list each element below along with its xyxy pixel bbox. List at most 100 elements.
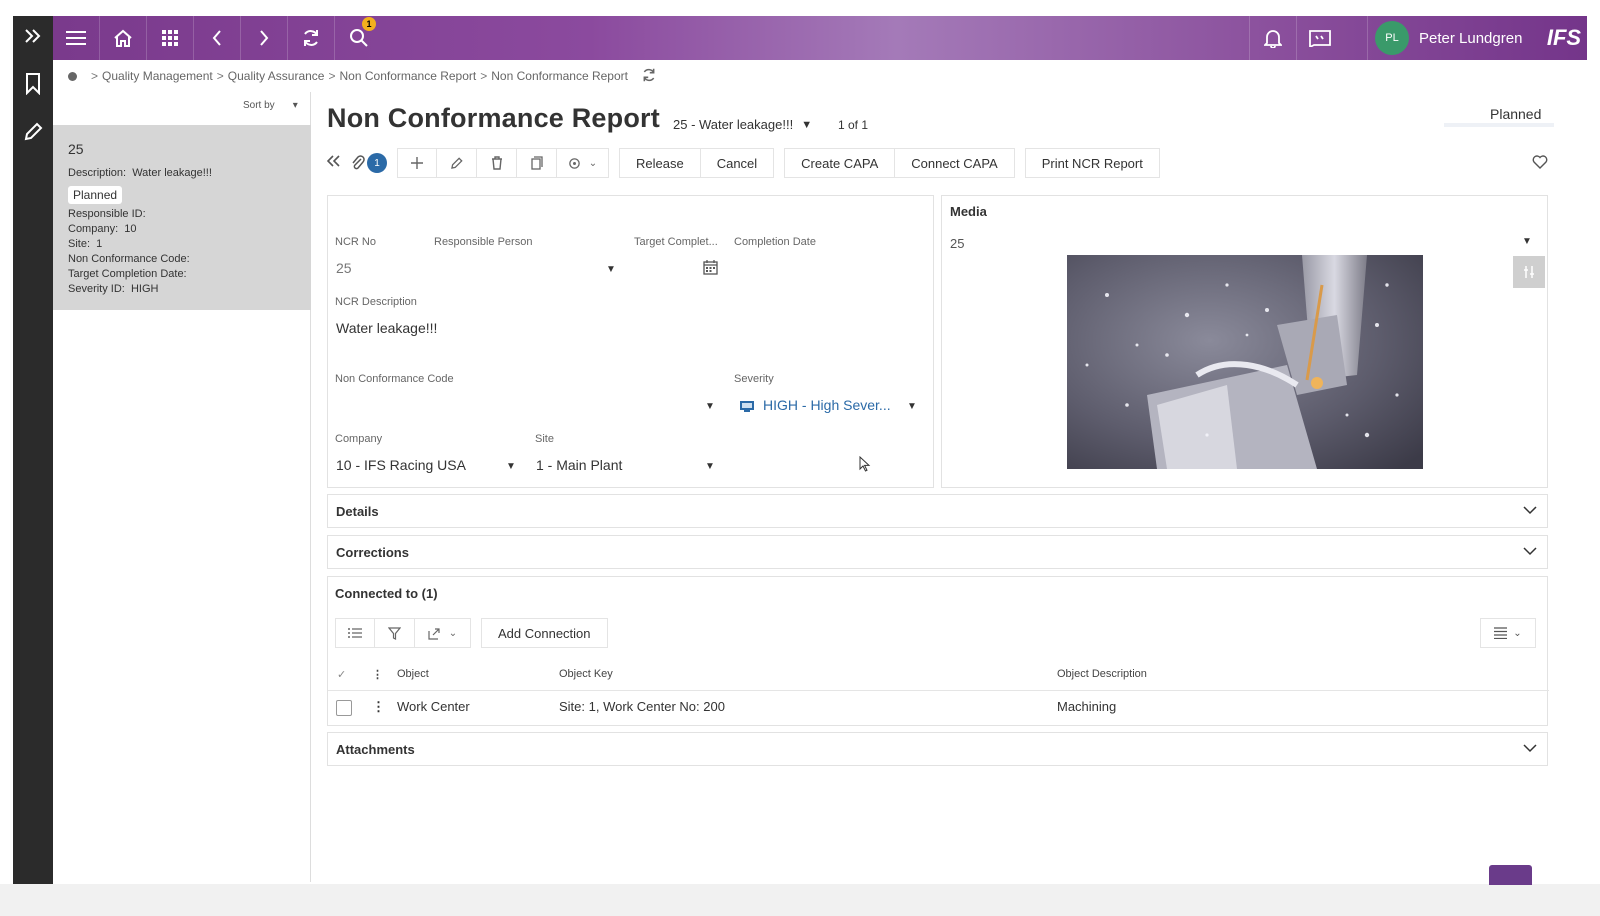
breadcrumb-item[interactable]: Non Conformance Report	[340, 69, 477, 83]
breadcrumb-separator: >	[328, 69, 336, 83]
breadcrumb-item[interactable]: Quality Management	[102, 69, 213, 83]
paperclip-icon	[352, 155, 365, 170]
edit-pencil-icon[interactable]	[13, 112, 53, 152]
media-panel: Media 25 ▼	[941, 195, 1548, 488]
app-window: 1 PL Peter Lundgren IFS > Quality Manage…	[0, 0, 1600, 916]
list-view-button[interactable]	[335, 618, 375, 648]
list-item-severity-label: Severity ID:	[68, 283, 125, 295]
sort-by-dropdown[interactable]: Sort by ▾	[243, 100, 298, 111]
list-item[interactable]: 25 Description: Water leakage!!! Planned…	[53, 125, 311, 310]
menu-icon[interactable]	[53, 16, 100, 60]
copy-icon	[530, 156, 543, 170]
breadcrumb-item: Non Conformance Report	[491, 69, 628, 83]
row-menu-icon[interactable]: ⋮	[372, 699, 385, 715]
details-section[interactable]: Details	[327, 494, 1548, 528]
bell-icon[interactable]	[1249, 16, 1296, 60]
more-actions-dropdown[interactable]: ⌄	[557, 148, 609, 178]
release-button[interactable]: Release	[619, 148, 701, 178]
attachments-section-title: Attachments	[336, 742, 415, 757]
completion-date-field[interactable]	[734, 256, 914, 280]
column-header-object-key[interactable]: Object Key	[559, 668, 613, 680]
record-paging: 1 of 1	[838, 118, 869, 132]
favorite-heart-icon[interactable]	[1532, 155, 1548, 174]
home-icon[interactable]	[100, 16, 147, 60]
bottom-strip	[0, 884, 1600, 916]
user-menu[interactable]: PL Peter Lundgren	[1367, 16, 1547, 60]
company-field[interactable]: 10 - IFS Racing USA	[336, 457, 466, 473]
caret-down-icon[interactable]: ▼	[705, 461, 715, 472]
back-arrow-icon[interactable]	[194, 16, 241, 60]
list-item-responsible: Responsible ID:	[68, 208, 146, 220]
assistant-button[interactable]	[1489, 865, 1532, 885]
breadcrumb-item[interactable]: Quality Assurance	[228, 69, 325, 83]
responsible-person-field[interactable]	[434, 256, 619, 280]
top-navigation-bar: 1 PL Peter Lundgren IFS	[53, 16, 1587, 60]
duplicate-button[interactable]	[517, 148, 557, 178]
media-selector[interactable]: 25	[950, 236, 964, 251]
list-item-description: Water leakage!!!	[132, 167, 212, 179]
record-list-panel: Sort by ▾ 25 Description: Water leakage!…	[53, 92, 311, 882]
user-name: Peter Lundgren	[1419, 29, 1523, 47]
severity-label: Severity	[734, 373, 774, 385]
forward-arrow-icon[interactable]	[241, 16, 288, 60]
expand-rail-icon[interactable]	[13, 16, 53, 56]
refresh-icon[interactable]	[288, 16, 335, 60]
breadcrumb-separator: >	[216, 69, 224, 83]
attachments-section[interactable]: Attachments	[327, 732, 1548, 766]
sliders-icon	[1524, 266, 1534, 278]
caret-down-icon[interactable]: ▼	[907, 401, 917, 412]
caret-down-icon[interactable]: ▼	[506, 461, 516, 472]
site-field[interactable]: 1 - Main Plant	[536, 457, 622, 473]
status-indicator: Planned	[1490, 106, 1542, 122]
caret-down-icon[interactable]: ▼	[606, 264, 616, 275]
media-settings-button[interactable]	[1513, 256, 1545, 288]
collapse-list-icon[interactable]	[326, 154, 341, 172]
row-checkbox[interactable]	[336, 700, 352, 716]
severity-link[interactable]: HIGH - High Sever...	[763, 397, 891, 413]
breadcrumb-refresh-icon[interactable]	[642, 68, 656, 85]
table-settings-dropdown[interactable]: ⌄	[1480, 618, 1536, 648]
breadcrumb: > Quality Management > Quality Assurance…	[68, 68, 656, 84]
attachments-button[interactable]: 1	[351, 153, 387, 173]
feedback-icon[interactable]	[1296, 16, 1343, 60]
left-rail	[13, 16, 53, 900]
connected-to-title: Connected to (1)	[335, 586, 438, 601]
nc-code-label: Non Conformance Code	[335, 373, 454, 385]
chevron-down-icon: ⌄	[1513, 627, 1522, 639]
cancel-button[interactable]: Cancel	[700, 148, 775, 178]
bookmark-icon[interactable]	[13, 64, 53, 104]
column-menu-icon[interactable]: ⋮	[372, 668, 383, 681]
column-header-object[interactable]: Object	[397, 668, 429, 680]
new-record-button[interactable]	[397, 148, 437, 178]
table-cell-object-description: Machining	[1057, 699, 1117, 714]
ncr-description-field[interactable]: Water leakage!!!	[336, 320, 437, 336]
edit-button[interactable]	[437, 148, 477, 178]
select-all-checkmark-icon[interactable]: ✓	[337, 668, 346, 681]
print-ncr-report-button[interactable]: Print NCR Report	[1024, 148, 1160, 178]
media-image[interactable]	[1067, 255, 1423, 469]
calendar-icon[interactable]	[703, 260, 718, 280]
apps-grid-icon[interactable]	[147, 16, 194, 60]
connect-capa-button[interactable]: Connect CAPA	[895, 148, 1015, 178]
column-header-object-description[interactable]: Object Description	[1057, 668, 1147, 680]
corrections-section-title: Corrections	[336, 545, 409, 560]
list-item-target-completion: Target Completion Date:	[68, 268, 187, 280]
ncr-no-label: NCR No	[335, 236, 376, 248]
list-item-company-label: Company:	[68, 223, 119, 235]
filter-button[interactable]	[375, 618, 415, 648]
add-connection-button[interactable]: Add Connection	[481, 618, 608, 648]
record-selector[interactable]: 25 - Water leakage!!! ▼	[673, 117, 812, 132]
nc-code-field[interactable]	[335, 393, 720, 417]
search-icon[interactable]: 1	[335, 16, 382, 60]
breadcrumb-home-dot[interactable]	[68, 71, 77, 81]
table-cell-object-key[interactable]: Site: 1, Work Center No: 200	[559, 699, 725, 714]
export-dropdown[interactable]: ⌄	[415, 618, 471, 648]
chevron-down-icon	[1523, 544, 1537, 563]
list-item-description-label: Description:	[68, 167, 127, 179]
create-capa-button[interactable]: Create CAPA	[784, 148, 896, 178]
corrections-section[interactable]: Corrections	[327, 535, 1548, 569]
export-icon	[428, 627, 440, 640]
delete-button[interactable]	[477, 148, 517, 178]
caret-down-icon[interactable]: ▼	[1522, 236, 1532, 247]
caret-down-icon[interactable]: ▼	[705, 401, 715, 412]
